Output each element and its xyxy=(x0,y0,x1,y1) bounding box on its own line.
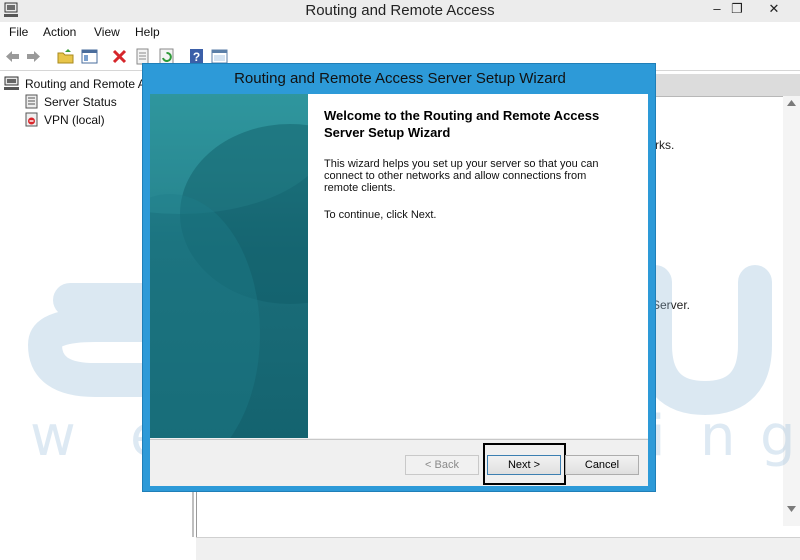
menu-file[interactable]: File xyxy=(9,25,28,39)
button-separator xyxy=(150,439,648,440)
forward-arrow-icon[interactable] xyxy=(25,48,42,65)
vpn-server-stopped-icon xyxy=(25,112,38,127)
dialog-body: Welcome to the Routing and Remote Access… xyxy=(150,94,648,486)
svg-text:?: ? xyxy=(193,50,200,64)
server-icon xyxy=(4,76,19,90)
vertical-scrollbar[interactable] xyxy=(783,96,800,526)
wizard-heading: Welcome to the Routing and Remote Access… xyxy=(324,108,600,140)
restore-button[interactable]: ❐ xyxy=(720,0,754,18)
scroll-up-arrow-icon[interactable] xyxy=(787,100,796,106)
delete-icon[interactable] xyxy=(111,48,128,65)
window-titlebar: Routing and Remote Access – ❐ ✕ xyxy=(0,0,800,23)
tree-item-vpn-local[interactable]: VPN (local) xyxy=(44,113,105,127)
menu-view[interactable]: View xyxy=(94,25,120,39)
menu-bar: File Action View Help xyxy=(0,22,800,42)
back-arrow-icon[interactable] xyxy=(4,48,21,65)
back-button[interactable]: < Back xyxy=(405,455,479,475)
close-button[interactable]: ✕ xyxy=(757,0,791,18)
console-tree-icon[interactable] xyxy=(81,48,98,65)
cancel-button[interactable]: Cancel xyxy=(565,455,639,475)
server-status-icon xyxy=(25,94,38,109)
menu-help[interactable]: Help xyxy=(135,25,160,39)
tree-item-server-status[interactable]: Server Status xyxy=(44,95,117,109)
folder-up-icon[interactable] xyxy=(57,48,74,65)
details-header xyxy=(640,74,800,97)
setup-wizard-dialog: Routing and Remote Access Server Setup W… xyxy=(142,63,656,492)
window-title: Routing and Remote Access xyxy=(305,2,495,19)
scroll-down-arrow-icon[interactable] xyxy=(787,506,796,512)
wizard-banner-graphic xyxy=(150,94,308,438)
tree-root-routing[interactable]: Routing and Remote A xyxy=(25,77,146,91)
details-text-fragment: Server. xyxy=(652,298,691,312)
wizard-content: Welcome to the Routing and Remote Access… xyxy=(308,94,648,438)
menu-action[interactable]: Action xyxy=(43,25,76,39)
details-text-fragment: rks. xyxy=(655,138,675,152)
wizard-description: This wizard helps you set up your server… xyxy=(324,158,599,194)
dialog-title: Routing and Remote Access Server Setup W… xyxy=(234,70,566,87)
horizontal-scrollbar[interactable] xyxy=(196,537,800,560)
next-button[interactable]: Next > xyxy=(487,455,561,475)
wizard-instruction: To continue, click Next. xyxy=(324,209,437,221)
